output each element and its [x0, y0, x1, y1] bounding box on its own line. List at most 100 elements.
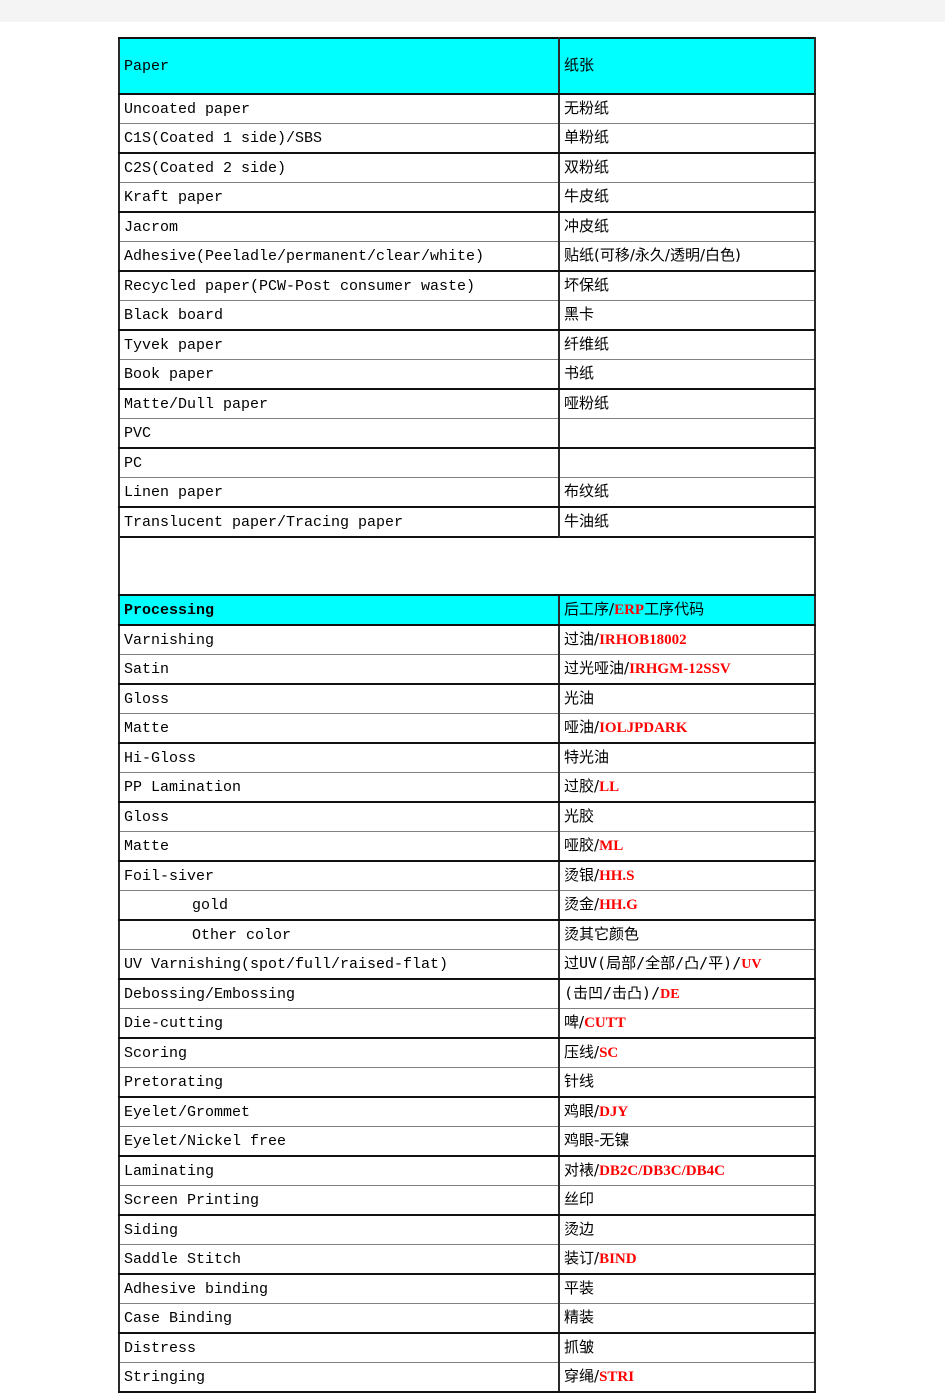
- processing-term-zh-cell: 特光油: [558, 742, 816, 773]
- processing-term-en-label: UV Varnishing(spot/full/raised-flat): [124, 955, 449, 973]
- processing-term-en-label: Eyelet/Nickel free: [124, 1132, 287, 1150]
- paper-term-en-cell: C1S(Coated 1 side)/SBS: [118, 123, 560, 154]
- processing-term-en-cell: Laminating: [118, 1155, 560, 1186]
- processing-term-zh-label: 抓皱: [564, 1338, 595, 1356]
- processing-erp-code: SC: [599, 1045, 619, 1061]
- processing-erp-code: UV: [741, 957, 762, 972]
- processing-term-zh-label: 鸡眼-无镍: [564, 1131, 630, 1149]
- processing-term-zh-label: 对裱/: [564, 1161, 600, 1179]
- processing-erp-code: HH.G: [599, 897, 638, 913]
- processing-term-en-label: Gloss: [124, 690, 170, 708]
- processing-term-en-label: Debossing/Embossing: [124, 985, 296, 1003]
- table-row: Scoring 压线/SC: [118, 1037, 816, 1068]
- processing-term-zh-cell: 压线/SC: [558, 1037, 816, 1068]
- table-row: Matte 哑胶/ML: [118, 831, 816, 862]
- table-row: Foil-siver 烫银/HH.S: [118, 860, 816, 891]
- table-row: Screen Printing 丝印: [118, 1185, 816, 1216]
- processing-term-en-label: Other color: [192, 926, 292, 944]
- paper-header-en-label: Paper: [124, 57, 170, 75]
- paper-term-en-label: Jacrom: [124, 218, 179, 236]
- processing-term-zh-label: 特光油: [564, 748, 610, 766]
- paper-term-zh-label: 单粉纸: [564, 128, 610, 146]
- table-row: PVC: [118, 418, 816, 449]
- processing-term-en-label: Case Binding: [124, 1309, 233, 1327]
- processing-term-en-label: Pretorating: [124, 1073, 224, 1091]
- paper-term-en-label: Kraft paper: [124, 188, 224, 206]
- processing-term-zh-label: 啤/: [564, 1013, 585, 1031]
- processing-term-zh-label: 光胶: [564, 807, 595, 825]
- processing-term-zh-cell: 针线: [558, 1067, 816, 1098]
- paper-term-en-cell: Black board: [118, 300, 560, 331]
- paper-term-en-cell: Tyvek paper: [118, 329, 560, 360]
- paper-term-zh-cell: 纤维纸: [558, 329, 816, 360]
- processing-erp-code: CUTT: [584, 1015, 626, 1031]
- table-row: PC: [118, 447, 816, 478]
- processing-term-en-cell: Die-cutting: [118, 1008, 560, 1039]
- top-gray-band: [0, 0, 945, 22]
- paper-term-zh-cell: 贴纸(可移/永久/透明/白色): [558, 241, 816, 272]
- table-row: Other color 烫其它颜色: [118, 919, 816, 950]
- processing-term-en-cell: Adhesive binding: [118, 1273, 560, 1304]
- processing-term-en-label: Siding: [124, 1221, 179, 1239]
- processing-term-zh-label: 哑油/: [564, 718, 600, 736]
- processing-term-zh-label: 烫其它颜色: [564, 925, 640, 943]
- processing-term-zh-label: 丝印: [564, 1190, 595, 1208]
- paper-term-en-cell: Linen paper: [118, 477, 560, 508]
- processing-term-en-cell: Pretorating: [118, 1067, 560, 1098]
- processing-term-en-cell: Eyelet/Grommet: [118, 1096, 560, 1127]
- processing-term-zh-cell: (击凹/击凸)/DE: [558, 978, 816, 1009]
- processing-term-zh-label: 精装: [564, 1308, 595, 1326]
- paper-term-zh-label: 牛皮纸: [564, 187, 610, 205]
- processing-term-en-cell: Scoring: [118, 1037, 560, 1068]
- paper-term-zh-cell: 双粉纸: [558, 152, 816, 183]
- processing-term-en-cell: Stringing: [118, 1362, 560, 1393]
- paper-term-en-cell: Uncoated paper: [118, 93, 560, 124]
- paper-term-zh-cell: 坏保纸: [558, 270, 816, 301]
- paper-term-en-label: C1S(Coated 1 side)/SBS: [124, 129, 323, 147]
- processing-term-en-cell: Debossing/Embossing: [118, 978, 560, 1009]
- processing-term-en-label: Scoring: [124, 1044, 188, 1062]
- table-row: Stringing 穿绳/STRI: [118, 1362, 816, 1393]
- table-row: Adhesive(Peeladle/permanent/clear/white)…: [118, 241, 816, 272]
- processing-term-zh-cell: 精装: [558, 1303, 816, 1334]
- table-row: Tyvek paper 纤维纸: [118, 329, 816, 360]
- paper-term-en-cell: PVC: [118, 418, 560, 449]
- processing-term-en-cell: Saddle Stitch: [118, 1244, 560, 1275]
- table-row: Distress 抓皱: [118, 1332, 816, 1363]
- paper-term-zh-cell: 冲皮纸: [558, 211, 816, 242]
- processing-term-zh-cell: 装订/BIND: [558, 1244, 816, 1275]
- processing-term-zh-cell: 啤/CUTT: [558, 1008, 816, 1039]
- processing-term-en-cell: Varnishing: [118, 624, 560, 655]
- paper-term-zh-label: 无粉纸: [564, 99, 610, 117]
- paper-term-en-label: C2S(Coated 2 side): [124, 159, 287, 177]
- paper-term-en-cell: Matte/Dull paper: [118, 388, 560, 419]
- processing-term-zh-cell: 过UV(局部/全部/凸/平)/UV: [558, 949, 816, 980]
- terminology-table: Paper 纸张 Uncoated paper 无粉纸 C1S(Coated 1 sid…: [118, 37, 816, 1393]
- processing-term-en-cell: Other color: [118, 919, 560, 950]
- table-row: PP Lamination 过胶/LL: [118, 772, 816, 803]
- processing-erp-code: LL: [599, 779, 620, 795]
- processing-term-zh-label: (击凹/击凸)/: [564, 984, 661, 1002]
- paper-term-en-cell: Adhesive(Peeladle/permanent/clear/white): [118, 241, 560, 272]
- processing-term-zh-cell: 哑油/IOLJPDARK: [558, 713, 816, 744]
- paper-term-zh-label: 布纹纸: [564, 482, 610, 500]
- table-row: Matte 哑油/IOLJPDARK: [118, 713, 816, 744]
- processing-header-en-cell: Processing: [118, 594, 560, 626]
- paper-term-zh-label: 哑粉纸: [564, 394, 610, 412]
- paper-term-en-label: Linen paper: [124, 483, 224, 501]
- table-row: Adhesive binding 平装: [118, 1273, 816, 1304]
- processing-erp-code: IRHGM-12SSV: [629, 661, 731, 677]
- processing-term-zh-label: 鸡眼/: [564, 1102, 600, 1120]
- table-row: Pretorating 针线: [118, 1067, 816, 1098]
- processing-term-en-cell: Gloss: [118, 683, 560, 714]
- processing-term-en-cell: Foil-siver: [118, 860, 560, 891]
- paper-term-en-cell: Jacrom: [118, 211, 560, 242]
- processing-erp-code: DE: [660, 987, 680, 1002]
- processing-header-zh-tail-label: 工序代码: [644, 600, 705, 618]
- table-row: Debossing/Embossing (击凹/击凸)/DE: [118, 978, 816, 1009]
- processing-term-en-cell: gold: [118, 890, 560, 921]
- paper-term-zh-label: 坏保纸: [564, 276, 610, 294]
- processing-term-zh-cell: 抓皱: [558, 1332, 816, 1363]
- processing-term-zh-label: 平装: [564, 1279, 595, 1297]
- table-row: Case Binding 精装: [118, 1303, 816, 1334]
